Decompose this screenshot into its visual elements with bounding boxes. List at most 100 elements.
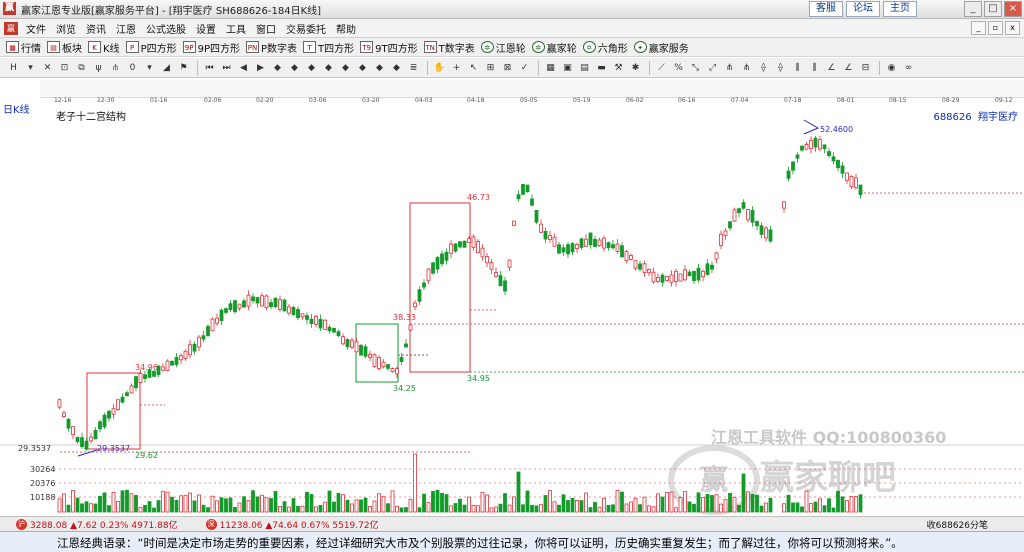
volume-bar xyxy=(741,473,746,513)
volume-bar xyxy=(201,504,206,513)
candle-body xyxy=(701,271,705,278)
volume-bar xyxy=(786,494,791,513)
candle-body xyxy=(557,244,561,254)
candle-body xyxy=(219,309,224,322)
candle-body xyxy=(147,369,152,378)
candle-body xyxy=(656,277,660,282)
volume-bar xyxy=(579,500,584,513)
status-bar: 沪 3288.08 ▲7.62 0.23% 4971.88亿 深 11238.0… xyxy=(0,516,1024,531)
volume-bar xyxy=(516,471,521,513)
candle-body xyxy=(561,247,566,253)
volume-bar xyxy=(827,498,831,513)
candle-body xyxy=(755,221,759,227)
candle-body xyxy=(845,172,849,181)
box2-bottom-label: 34.25 xyxy=(393,384,416,393)
volume-bar xyxy=(818,498,822,513)
volume-bar xyxy=(494,506,498,513)
candle-body xyxy=(170,361,174,366)
volume-bar xyxy=(287,506,291,513)
volume-bar xyxy=(134,495,138,513)
candle-body xyxy=(161,366,165,371)
left-level-label: 29.3537 xyxy=(18,444,51,453)
volume-bar xyxy=(233,507,237,513)
candle-body xyxy=(521,184,525,195)
volume-bar xyxy=(521,504,525,513)
candle-body xyxy=(638,263,642,270)
candle-body xyxy=(530,198,534,206)
volume-bar xyxy=(264,497,269,513)
volume-bar xyxy=(656,493,660,513)
volume-bar xyxy=(791,502,795,513)
volume-bar xyxy=(435,489,440,513)
volume-bar xyxy=(665,492,669,513)
volume-bar xyxy=(606,505,611,513)
volume-bar xyxy=(278,506,282,513)
volume-tick: 10188 xyxy=(30,493,55,502)
candle-body xyxy=(800,145,804,151)
candle-body xyxy=(417,289,422,302)
candle-body xyxy=(746,209,750,221)
volume-bar xyxy=(332,501,336,513)
volume-bar xyxy=(192,500,197,513)
candle-body xyxy=(341,336,345,345)
candle-body xyxy=(264,295,269,309)
candle-body xyxy=(606,242,611,249)
candle-body xyxy=(125,392,129,397)
candle-body xyxy=(764,227,768,239)
volume-bar xyxy=(93,503,98,513)
kline-chart[interactable]: 29.3537 29.3537 34.96 29.62 38.33 34.25 … xyxy=(0,0,1024,551)
volume-bar xyxy=(179,495,183,513)
candle-body xyxy=(197,336,201,348)
volume-bar xyxy=(714,494,719,513)
volume-bar xyxy=(431,490,435,513)
candle-body xyxy=(498,275,503,287)
candle-body xyxy=(368,353,372,358)
candle-body xyxy=(287,306,291,314)
volume-bar xyxy=(620,491,624,513)
volume-bar xyxy=(782,503,786,513)
volume-bar xyxy=(116,501,120,513)
candle-body xyxy=(359,344,363,356)
volume-bar xyxy=(507,504,512,513)
volume-bar xyxy=(462,504,467,513)
candle-body xyxy=(579,238,584,248)
candle-body xyxy=(305,315,309,320)
volume-bar xyxy=(399,507,404,513)
candle-body xyxy=(647,269,651,274)
candles-group xyxy=(57,135,863,451)
volume-bar xyxy=(534,505,539,513)
volume-bar xyxy=(543,495,548,513)
volume-bar xyxy=(251,490,255,513)
candle-body xyxy=(858,184,863,196)
volume-bar xyxy=(228,497,233,513)
structure-box-3 xyxy=(409,202,471,373)
volume-bar xyxy=(845,500,849,513)
candle-body xyxy=(575,244,579,249)
volume-bar xyxy=(255,496,260,513)
volume-bar xyxy=(831,507,836,513)
volume-bar xyxy=(687,501,692,513)
candle-body xyxy=(413,302,417,308)
high-marker xyxy=(803,119,820,135)
candle-body xyxy=(269,302,273,308)
volume-bar xyxy=(120,490,125,513)
tick-detail-label[interactable]: 收688626分笔 xyxy=(927,518,988,531)
volume-bar xyxy=(363,497,368,513)
volume-bar xyxy=(422,493,426,513)
candle-body xyxy=(705,263,710,275)
candle-body xyxy=(516,194,521,200)
volume-bar xyxy=(458,498,462,513)
candle-body xyxy=(503,280,507,292)
candle-body xyxy=(215,317,219,324)
candle-body xyxy=(426,268,431,282)
volume-bar xyxy=(102,492,107,513)
candle-body xyxy=(674,270,678,283)
volume-bar xyxy=(489,507,494,513)
quote-bar: 江恩经典语录：“时间是决定市场走势的重要因素，经过详细研究大市及个别股票的过往记… xyxy=(0,531,1024,552)
volume-bar xyxy=(309,494,314,513)
volume-bar xyxy=(602,497,606,513)
box1-bottom-label: 29.62 xyxy=(135,451,158,460)
candle-body xyxy=(372,354,377,367)
candle-body xyxy=(624,251,629,262)
candle-body xyxy=(435,257,440,270)
